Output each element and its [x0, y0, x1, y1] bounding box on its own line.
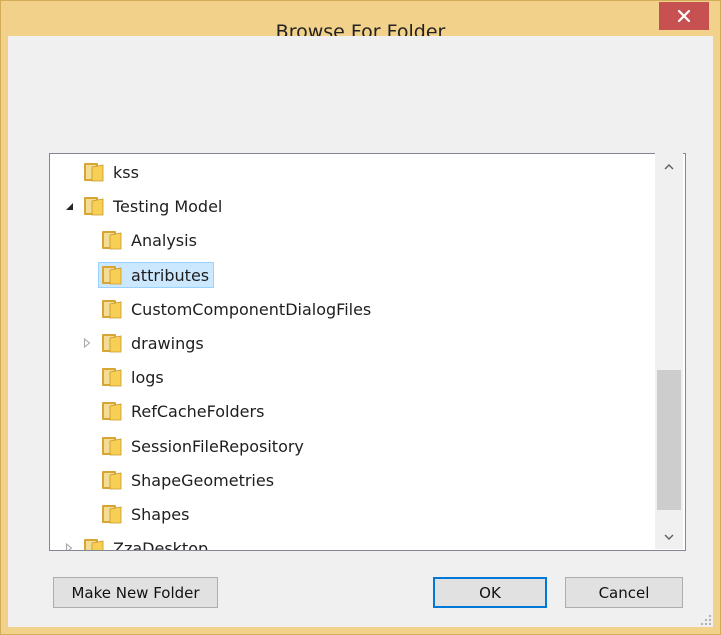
folder-icon: [101, 400, 123, 422]
tree-item-content[interactable]: Analysis: [98, 227, 202, 253]
tree-item-label: CustomComponentDialogFiles: [131, 299, 372, 319]
tree-item-content[interactable]: CustomComponentDialogFiles: [98, 296, 376, 322]
tree-item-label: Shapes: [131, 504, 190, 524]
tree-item-content[interactable]: ZzaDesktop: [80, 535, 213, 551]
tree-item-content[interactable]: ShapeGeometries: [98, 467, 279, 493]
chevron-down-icon: [664, 534, 674, 540]
tree-item-label: SessionFileRepository: [131, 436, 304, 456]
folder-icon: [101, 366, 123, 388]
tree-item[interactable]: SessionFileRepository: [98, 433, 309, 459]
tree-item[interactable]: logs: [98, 364, 169, 390]
resize-grip-icon[interactable]: [700, 614, 712, 626]
tree-item[interactable]: Shapes: [98, 501, 194, 527]
tree-item[interactable]: kss: [80, 159, 144, 185]
folder-icon: [101, 469, 123, 491]
folder-icon: [101, 264, 123, 286]
triangle-right-icon[interactable]: [80, 330, 94, 356]
tree-item-content[interactable]: logs: [98, 364, 169, 390]
tree-item-label: drawings: [131, 333, 204, 353]
tree-item[interactable]: Analysis: [98, 227, 202, 253]
folder-icon: [101, 298, 123, 320]
tree-item-label: kss: [113, 162, 139, 182]
tree-item[interactable]: ShapeGeometries: [98, 467, 279, 493]
tree-item-label: RefCacheFolders: [131, 401, 265, 421]
folder-icon: [101, 229, 123, 251]
folder-icon: [101, 503, 123, 525]
chevron-up-icon: [664, 163, 674, 169]
tree-item[interactable]: RefCacheFolders: [98, 398, 269, 424]
tree-item[interactable]: attributes: [98, 262, 215, 288]
scroll-thumb[interactable]: [657, 370, 681, 510]
folder-icon: [83, 537, 105, 550]
ok-button[interactable]: OK: [433, 577, 547, 608]
tree-item-label: ShapeGeometries: [131, 470, 275, 490]
tree-item-label: logs: [131, 367, 164, 387]
tree-item-label: Analysis: [131, 230, 197, 250]
tree-item-content[interactable]: RefCacheFolders: [98, 398, 269, 424]
tree-item-content[interactable]: SessionFileRepository: [98, 433, 309, 459]
close-icon: [677, 9, 691, 23]
tree-item-content[interactable]: Testing Model: [80, 193, 227, 219]
vertical-scrollbar[interactable]: [655, 153, 683, 549]
tree-item[interactable]: CustomComponentDialogFiles: [98, 296, 376, 322]
tree-item[interactable]: Testing Model: [65, 193, 227, 219]
scroll-down-button[interactable]: [655, 526, 683, 548]
close-button[interactable]: [659, 2, 709, 30]
tree-item-content[interactable]: drawings: [98, 330, 209, 356]
tree-item-label: attributes: [131, 265, 210, 285]
folder-icon: [83, 161, 105, 183]
folder-icon: [101, 332, 123, 354]
triangle-right-icon[interactable]: [62, 535, 76, 550]
tree-item-label: Testing Model: [113, 196, 223, 216]
cancel-button[interactable]: Cancel: [565, 577, 683, 608]
make-new-folder-button[interactable]: Make New Folder: [53, 577, 218, 608]
folder-icon: [101, 435, 123, 457]
tree-item[interactable]: drawings: [83, 330, 209, 356]
tree-item[interactable]: ZzaDesktop: [65, 535, 213, 551]
tree-item-content[interactable]: Shapes: [98, 501, 194, 527]
scroll-up-button[interactable]: [655, 155, 683, 177]
tree-item-selected[interactable]: attributes: [98, 262, 215, 288]
tree-item-content[interactable]: kss: [80, 159, 144, 185]
folder-icon: [83, 195, 105, 217]
tree-item-label: ZzaDesktop: [113, 538, 209, 551]
triangle-down-icon[interactable]: [62, 193, 76, 219]
folder-tree[interactable]: kss Testing Model Analysis attributes Custom…: [49, 153, 686, 551]
